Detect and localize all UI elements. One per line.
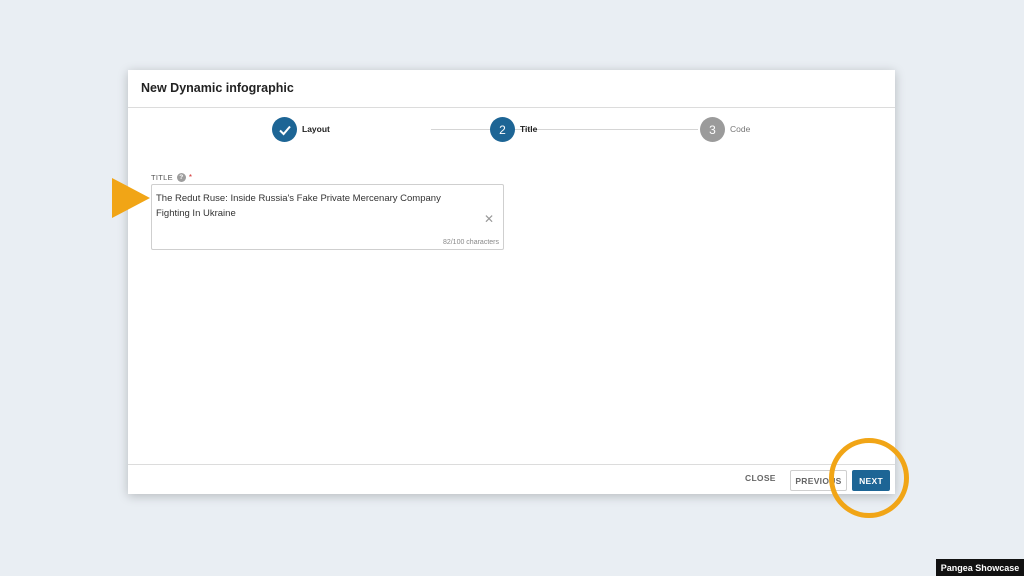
step-layout-check-icon[interactable] xyxy=(272,117,297,142)
required-marker: * xyxy=(188,173,193,182)
watermark: Pangea Showcase xyxy=(936,559,1024,576)
step-code-label: Code xyxy=(730,124,751,134)
step-connector xyxy=(544,129,698,130)
step-layout-label: Layout xyxy=(302,124,330,134)
title-label-text: TITLE xyxy=(151,173,173,182)
stepper: Layout 2 Title 3 Code xyxy=(128,108,895,152)
character-count: 82/100 characters xyxy=(442,239,499,246)
title-input[interactable]: The Redut Ruse: Inside Russia's Fake Pri… xyxy=(151,184,504,250)
arrow-callout-icon xyxy=(112,178,150,218)
close-icon[interactable]: ✕ xyxy=(484,212,494,226)
question-mark-icon[interactable]: ? xyxy=(176,173,186,182)
close-button[interactable]: CLOSE xyxy=(745,473,776,483)
step-title-label: Title xyxy=(520,124,538,134)
title-input-value[interactable]: The Redut Ruse: Inside Russia's Fake Pri… xyxy=(156,191,476,221)
step-code-circle[interactable]: 3 xyxy=(700,117,725,142)
dialog-title: New Dynamic infographic xyxy=(128,70,895,108)
title-field-label: TITLE ? * xyxy=(151,173,192,182)
step-title-circle[interactable]: 2 xyxy=(490,117,515,142)
dialog-footer: CLOSE PREVIOUS NEXT xyxy=(128,464,895,494)
new-infographic-dialog: New Dynamic infographic Layout 2 Title 3… xyxy=(128,70,895,494)
checkmark-icon xyxy=(278,125,291,135)
highlight-ring-icon xyxy=(829,438,909,518)
